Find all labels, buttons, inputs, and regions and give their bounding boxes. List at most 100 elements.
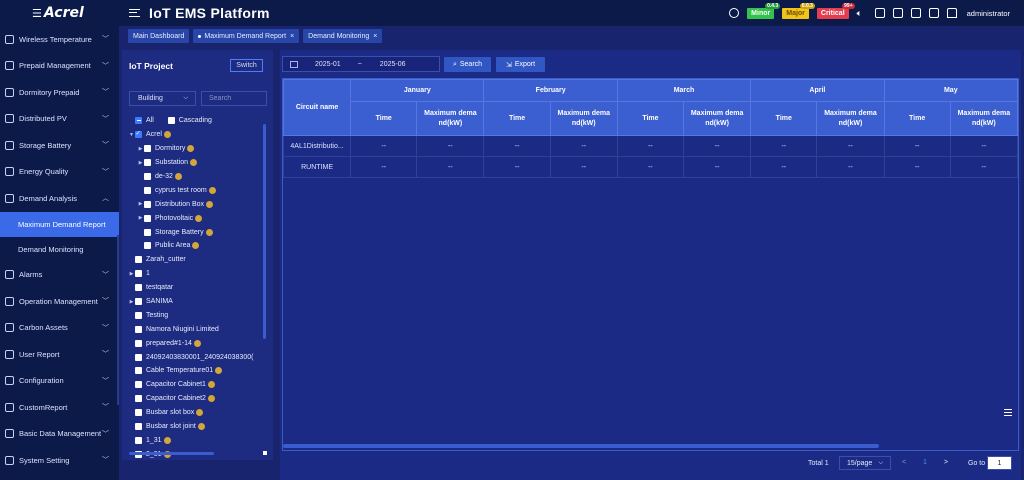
tree-node-label[interactable]: de-32 — [155, 173, 173, 180]
tree-node-label[interactable]: prepared#1-14 — [146, 340, 192, 347]
tree-node-label[interactable]: Photovoltaic — [155, 215, 193, 222]
close-icon[interactable]: × — [373, 33, 377, 40]
tree-node-label[interactable]: testqatar — [146, 284, 173, 291]
current-page[interactable]: 1 — [923, 459, 927, 466]
tree-checkbox[interactable] — [135, 409, 142, 417]
tab-demand-monitoring[interactable]: Demand Monitoring × — [303, 29, 383, 43]
tree-node[interactable]: Storage Battery — [128, 225, 268, 239]
next-page-button[interactable]: > — [944, 459, 948, 466]
tree-node[interactable]: Namora Niugini Limited — [128, 322, 268, 336]
qrcode-icon[interactable] — [874, 8, 885, 18]
tree-node-label[interactable]: All — [146, 117, 154, 124]
theme-icon[interactable] — [928, 8, 939, 18]
search-button[interactable]: ⌕ Search — [444, 57, 491, 72]
sidebar-item-dormitory-prepaid[interactable]: Dormitory Prepaid ﹀ — [0, 79, 119, 106]
tree-node[interactable]: 1_31 — [128, 433, 268, 447]
column-settings-icon[interactable] — [1004, 409, 1012, 416]
tree-node[interactable]: ▼ Acrel — [128, 128, 268, 142]
tree-node[interactable]: Busbar slot joint — [128, 420, 268, 434]
tree-checkbox[interactable] — [144, 242, 151, 250]
date-end[interactable]: 2025-06 — [380, 61, 406, 68]
tree-node-label[interactable]: Busbar slot box — [146, 409, 194, 416]
table-horizontal-scrollbar[interactable] — [283, 444, 879, 448]
tree-node-label[interactable]: Distribution Box — [155, 201, 204, 208]
tree-node[interactable]: ▶ 1 — [128, 267, 268, 281]
sidebar-item-storage-battery[interactable]: Storage Battery ﹀ — [0, 132, 119, 159]
tree-checkbox[interactable] — [135, 395, 142, 403]
sidebar-item-alarms[interactable]: Alarms ﹀ — [0, 262, 119, 289]
tab-main-dashboard[interactable]: Main Dashboard — [128, 29, 190, 43]
tree-node-label[interactable]: Acrel — [146, 131, 162, 138]
tree-node[interactable]: Zarah_cutter — [128, 253, 268, 267]
tree-node-label[interactable]: SANIMA — [146, 298, 173, 305]
building-select[interactable]: Building ⌵ — [129, 91, 196, 106]
tree-node-label[interactable]: Dormitory — [155, 145, 185, 152]
tree-checkbox[interactable] — [135, 117, 142, 125]
sidebar-item-user-report[interactable]: User Report ﹀ — [0, 341, 119, 368]
tree-node[interactable]: 24092403830001_240924038300( — [128, 350, 268, 364]
sidebar-scrollbar[interactable] — [117, 235, 119, 405]
tree-checkbox[interactable] — [135, 436, 142, 444]
tree-node[interactable]: ▶ Substation — [128, 156, 268, 170]
tree-node[interactable]: Public Area — [128, 239, 268, 253]
tree-node-label[interactable]: Public Area — [155, 242, 190, 249]
tree-node-label[interactable]: Zarah_cutter — [146, 256, 186, 263]
tree-node[interactable]: ▶ SANIMA — [128, 295, 268, 309]
alarm-major-badge[interactable]: Major 0.0.3 — [782, 2, 815, 19]
table-row[interactable]: 4AL1Distributio... -- -- -- -- -- -- -- -- -- -- — [283, 135, 1018, 157]
tree-node-label[interactable]: Cable Temperature01 — [146, 367, 213, 374]
alarm-critical-badge[interactable]: Critical 99+ — [816, 2, 855, 19]
tree-node-label[interactable]: 1 — [146, 270, 150, 277]
tree-node-label[interactable]: Namora Niugini Limited — [146, 326, 219, 333]
tree-node-label[interactable]: Capacitor Cabinet1 — [146, 381, 206, 388]
date-range-picker[interactable]: 2025-01 ~ 2025-06 — [282, 56, 440, 72]
tree-vertical-scrollbar[interactable] — [263, 124, 266, 339]
tree-node[interactable]: Cable Temperature01 — [128, 364, 268, 378]
user-name[interactable]: administrator — [967, 9, 1010, 18]
tree-checkbox[interactable] — [144, 159, 151, 167]
goto-page-input[interactable] — [987, 456, 1012, 470]
screen-icon[interactable] — [892, 8, 903, 18]
tree-node[interactable]: ▶ Distribution Box — [128, 197, 268, 211]
tree-node[interactable]: Testing — [128, 308, 268, 322]
tab-maximum-demand-report[interactable]: Maximum Demand Report × — [193, 29, 300, 43]
tree-checkbox[interactable] — [144, 186, 151, 194]
sidebar-item-carbon-assets[interactable]: Carbon Assets ﹀ — [0, 315, 119, 342]
expand-icon[interactable]: ▶ — [128, 299, 135, 305]
tree-node[interactable]: Busbar slot box — [128, 406, 268, 420]
expand-icon[interactable]: ▶ — [128, 271, 135, 277]
tree-checkbox[interactable] — [144, 214, 151, 222]
sidebar-item-basic-data-management[interactable]: Basic Data Management ﹀ — [0, 421, 119, 448]
search-icon[interactable] — [729, 8, 740, 18]
tree-node-label[interactable]: cyprus test room — [155, 187, 207, 194]
tree-node-label[interactable]: Storage Battery — [155, 229, 204, 236]
tree-checkbox[interactable] — [135, 423, 142, 431]
sidebar-item-wireless-temperature[interactable]: Wireless Temperature ﹀ — [0, 26, 119, 53]
tree-checkbox[interactable] — [135, 298, 142, 306]
tree-checkbox[interactable] — [144, 173, 151, 180]
sidebar-item-system-setting[interactable]: System Setting ﹀ — [0, 447, 119, 474]
tree-node-label[interactable]: Capacitor Cabinet2 — [146, 395, 206, 402]
tree-node[interactable]: Capacitor Cabinet1 — [128, 378, 268, 392]
fullscreen-icon[interactable] — [910, 8, 921, 18]
tree-checkbox[interactable] — [144, 200, 151, 208]
tree-node[interactable]: Capacitor Cabinet2 — [128, 392, 268, 406]
switch-button[interactable]: Switch — [230, 59, 263, 72]
tree-node-label[interactable]: Cascading — [179, 117, 212, 124]
mute-icon[interactable]: 🔈︎ — [857, 8, 867, 18]
date-start[interactable]: 2025-01 — [315, 61, 341, 68]
tree-node-label[interactable]: Substation — [155, 159, 188, 166]
tree-checkbox[interactable] — [135, 256, 142, 264]
tree-node-label[interactable]: 1_31 — [146, 437, 162, 444]
tree-horizontal-scrollbar[interactable] — [129, 452, 214, 455]
tree-checkbox[interactable] — [135, 367, 142, 375]
table-row[interactable]: RUNTIME -- -- -- -- -- -- -- -- -- -- — [283, 156, 1018, 178]
expand-icon[interactable]: ▶ — [137, 201, 144, 207]
tree-checkbox[interactable] — [135, 325, 142, 333]
tree-node[interactable]: prepared#1-14 — [128, 336, 268, 350]
tree-checkbox[interactable] — [135, 270, 142, 278]
tree-node-label[interactable]: Busbar slot joint — [146, 423, 196, 430]
sidebar-item-operation-management[interactable]: Operation Management ﹀ — [0, 288, 119, 315]
expand-icon[interactable]: ▶ — [137, 215, 144, 221]
sidebar-item-distributed-pv[interactable]: Distributed PV ﹀ — [0, 106, 119, 133]
